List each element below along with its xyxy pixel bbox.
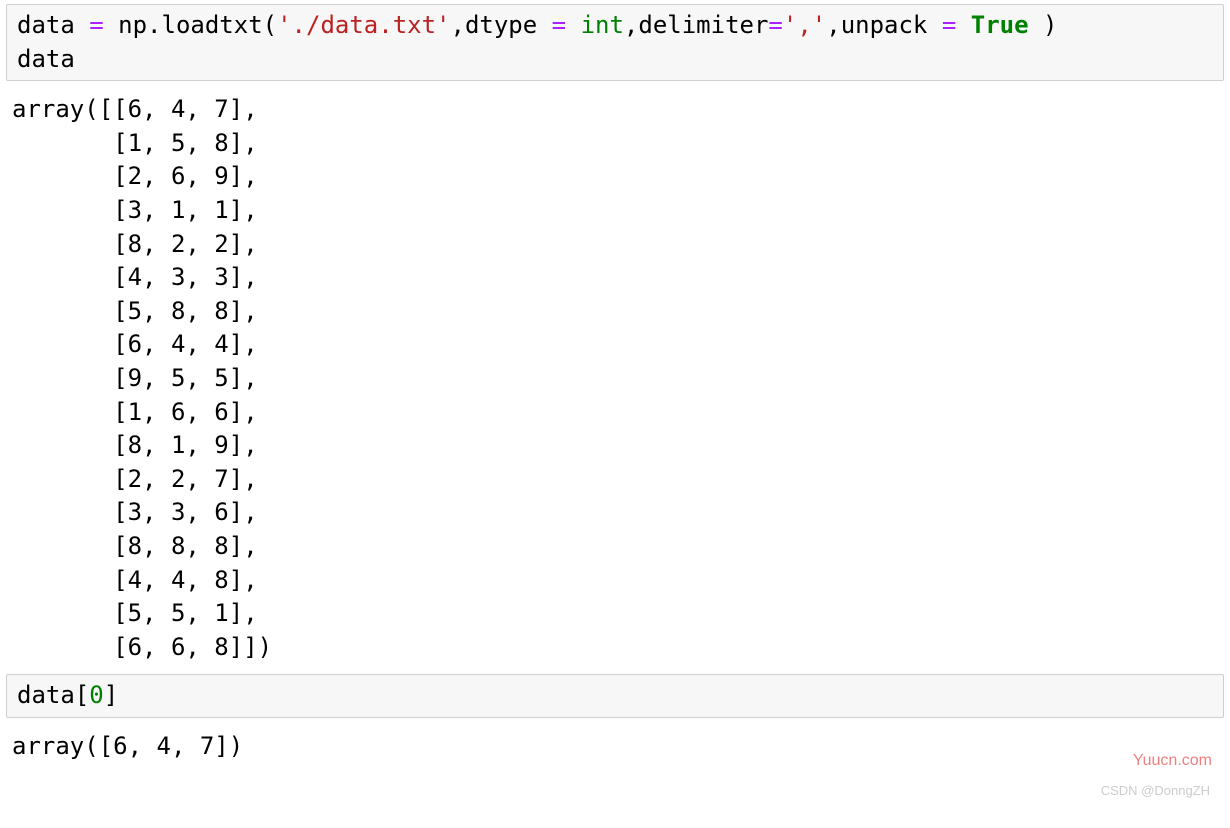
code-cell-1[interactable]: data = np.loadtxt('./data.txt',dtype = i…: [6, 4, 1224, 81]
code-line-2: data: [17, 45, 75, 73]
code-line-3: data[0]: [17, 681, 118, 709]
watermark-logo: Yuucn.com: [1133, 750, 1212, 772]
code-line-1: data = np.loadtxt('./data.txt',dtype = i…: [17, 11, 1057, 39]
output-cell-1: array([[6, 4, 7], [1, 5, 8], [2, 6, 9], …: [0, 87, 1230, 670]
output-cell-2: array([6, 4, 7]): [0, 724, 1230, 770]
watermark-author: CSDN @DonngZH: [1101, 782, 1210, 800]
code-cell-2[interactable]: data[0]: [6, 674, 1224, 718]
